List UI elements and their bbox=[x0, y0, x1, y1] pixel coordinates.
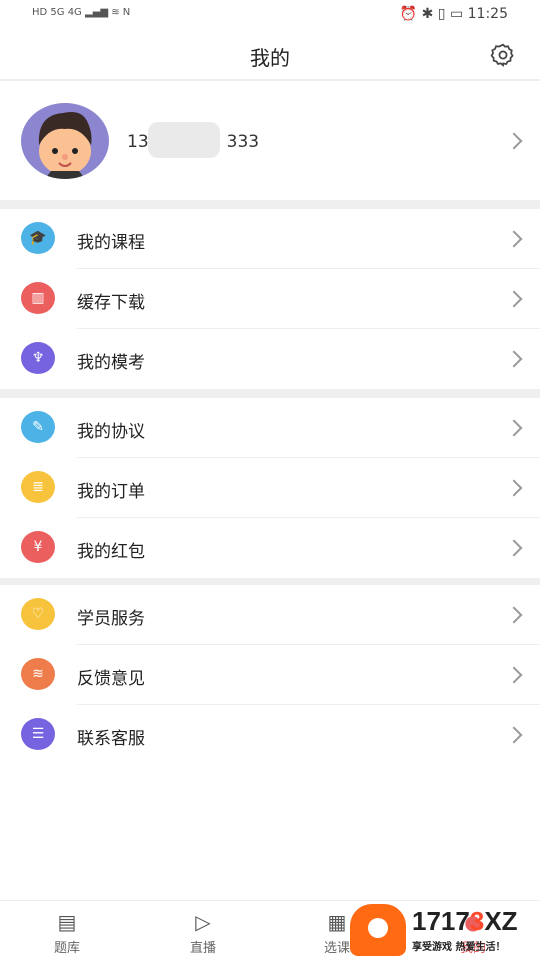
chevron-right-icon bbox=[505, 419, 523, 437]
tab-label: 直播 bbox=[189, 941, 216, 956]
chevron-right-icon bbox=[505, 539, 523, 557]
clock: 11:25 bbox=[467, 6, 508, 22]
trophy-icon: ♆ bbox=[21, 342, 55, 374]
menu-item[interactable]: ¥ 我的红包 bbox=[0, 518, 540, 578]
status-left: HD 5G 4G ▂▄▆ ≋ N bbox=[32, 7, 130, 19]
menu-item[interactable]: ♆ 我的模考 bbox=[0, 329, 540, 389]
menu-item-label: 缓存下载 bbox=[77, 293, 145, 313]
menu-item-label: 联系客服 bbox=[77, 729, 145, 749]
menu-item-label: 我的订单 bbox=[77, 482, 145, 502]
tab-label: 题库 bbox=[53, 941, 80, 956]
settings-gear-icon[interactable] bbox=[490, 42, 516, 68]
title-bar: 我的 bbox=[0, 30, 540, 81]
network-labels: HD 5G 4G bbox=[32, 7, 82, 18]
menu-item-label: 我的协议 bbox=[77, 422, 145, 442]
menu-item-label: 我的红包 bbox=[77, 542, 145, 562]
docs-icon: ▤ bbox=[57, 910, 77, 934]
menu-item-label: 我的课程 bbox=[77, 233, 145, 253]
calendar-icon: ▦ bbox=[327, 910, 347, 934]
divider bbox=[0, 578, 540, 585]
menu-item[interactable]: ✎ 我的协议 bbox=[0, 398, 540, 458]
chat-icon: ☰ bbox=[21, 718, 55, 750]
tab-label: 选课 bbox=[323, 941, 350, 956]
menu-item[interactable]: ≋ 反馈意见 bbox=[0, 645, 540, 705]
chevron-right-icon bbox=[505, 132, 523, 150]
page-title: 我的 bbox=[250, 46, 290, 70]
bar-chart-icon: ▥ bbox=[21, 282, 55, 314]
signal-icons: ▂▄▆ ≋ N bbox=[85, 7, 131, 18]
menu-item-label: 我的模考 bbox=[77, 353, 145, 373]
menu-item[interactable]: ▥ 缓存下载 bbox=[0, 269, 540, 329]
watermark-brand: 17173XZ bbox=[412, 906, 518, 936]
chevron-right-icon bbox=[505, 230, 523, 248]
phone-suffix: 333 bbox=[226, 132, 260, 152]
menu-item[interactable]: ≣ 我的订单 bbox=[0, 458, 540, 518]
stack-icon: ≋ bbox=[21, 658, 55, 690]
tab-live[interactable]: ▷ 直播 bbox=[158, 901, 248, 961]
divider bbox=[0, 389, 540, 398]
phone-prefix: 13 bbox=[127, 132, 149, 152]
watermark: 17173XZ 享受游戏 热爱生活！ bbox=[348, 900, 538, 960]
menu-item-label: 学员服务 bbox=[77, 609, 145, 629]
menu-item[interactable]: ☰ 联系客服 bbox=[0, 705, 540, 765]
chevron-right-icon bbox=[505, 666, 523, 684]
chevron-right-icon bbox=[505, 290, 523, 308]
divider bbox=[0, 200, 540, 209]
graduation-cap-icon: 🎓 bbox=[21, 222, 55, 254]
chevron-right-icon bbox=[505, 606, 523, 624]
edit-icon: ✎ bbox=[21, 411, 55, 443]
red-packet-icon: ¥ bbox=[21, 531, 55, 563]
watermark-slogan: 享受游戏 热爱生活！ bbox=[412, 942, 506, 953]
chevron-right-icon bbox=[505, 350, 523, 368]
status-right: ⏰ ✱ ▯ ▭ 11:25 bbox=[399, 6, 508, 22]
tab-question-bank[interactable]: ▤ 题库 bbox=[22, 901, 112, 961]
play-icon: ▷ bbox=[195, 910, 211, 934]
list-icon: ≣ bbox=[21, 471, 55, 503]
watermark-logo bbox=[350, 904, 406, 956]
chevron-right-icon bbox=[505, 726, 523, 744]
chevron-right-icon bbox=[505, 479, 523, 497]
heart-icon: ♡ bbox=[21, 598, 55, 630]
menu-item[interactable]: 🎓 我的课程 bbox=[0, 209, 540, 269]
menu-item[interactable]: ♡ 学员服务 bbox=[0, 585, 540, 645]
avatar bbox=[21, 103, 109, 179]
menu-item-label: 反馈意见 bbox=[77, 669, 145, 689]
profile-card[interactable]: 13 333 bbox=[0, 82, 540, 200]
status-bar: HD 5G 4G ▂▄▆ ≋ N ⏰ ✱ ▯ ▭ 11:25 bbox=[0, 0, 540, 30]
phone-redaction bbox=[148, 122, 220, 158]
